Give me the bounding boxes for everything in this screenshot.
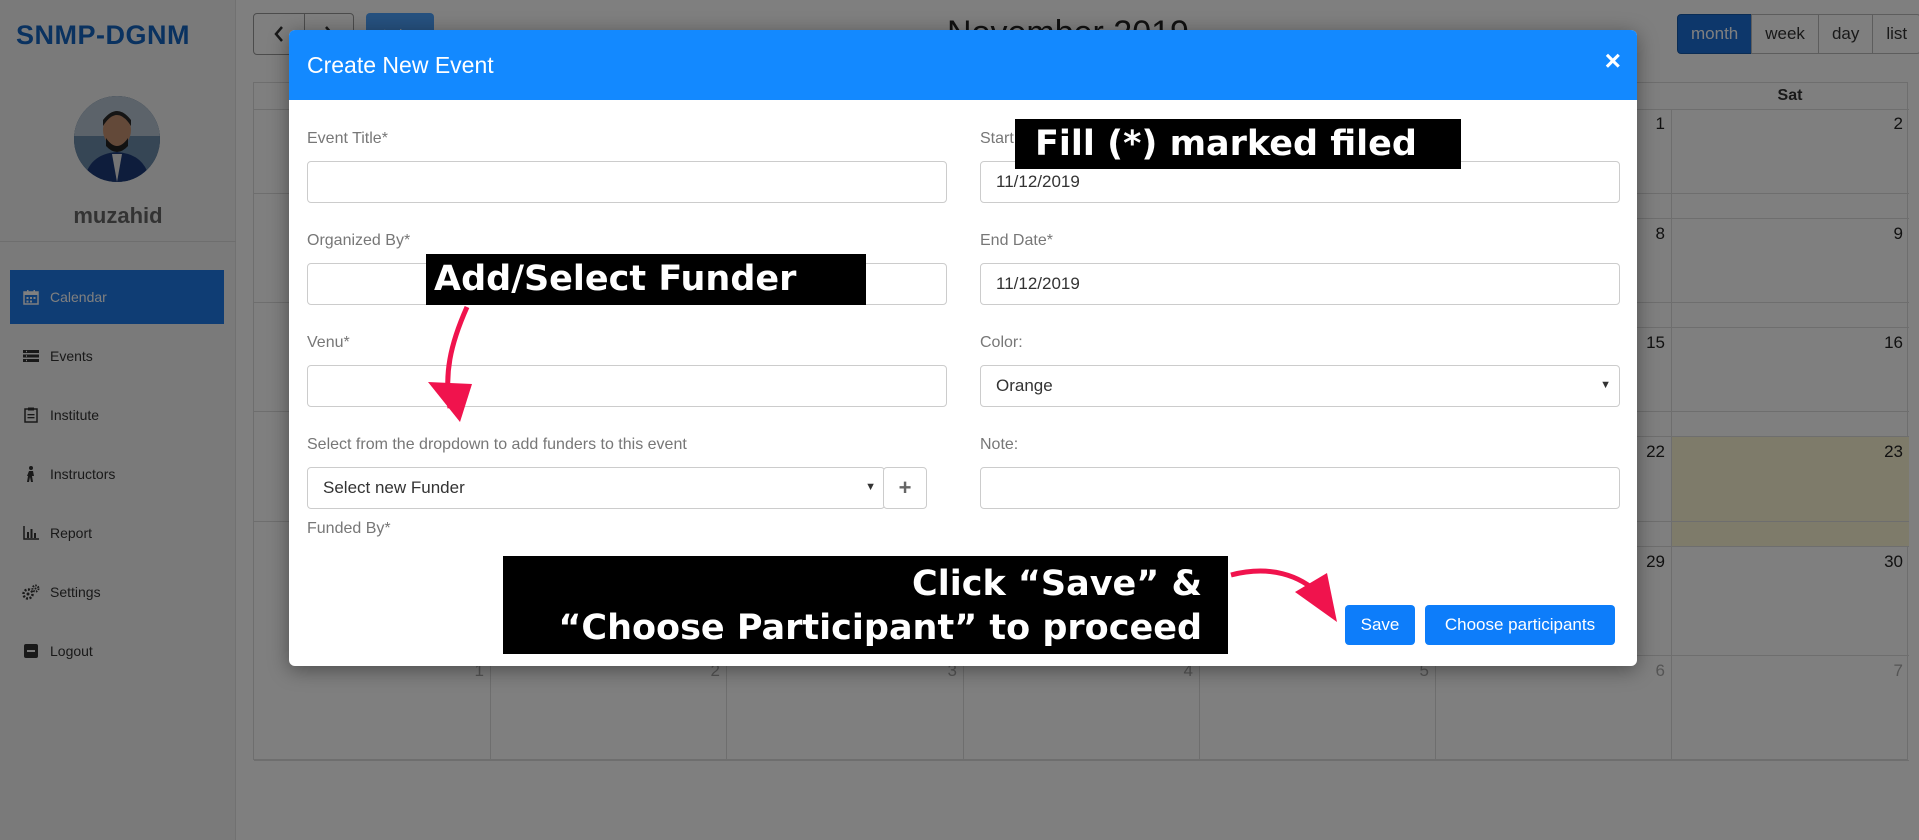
color-select-value: Orange: [996, 376, 1053, 395]
color-select[interactable]: Orange ▼: [980, 365, 1620, 407]
callout-add-funder: Add/Select Funder: [426, 254, 866, 305]
event-title-label: Event Title*: [307, 130, 388, 147]
funder-select[interactable]: Select new Funder ▼: [307, 467, 885, 509]
add-funder-button[interactable]: +: [883, 467, 927, 509]
event-title-input[interactable]: [307, 161, 947, 203]
funder-hint-label: Select from the dropdown to add funders …: [307, 436, 687, 453]
start-date-value: 11/12/2019: [996, 172, 1080, 191]
venu-input[interactable]: [307, 365, 947, 407]
chevron-down-icon: ▼: [1600, 379, 1611, 391]
funded-by-label: Funded By*: [307, 520, 391, 537]
organized-by-label: Organized By*: [307, 232, 411, 249]
color-label: Color:: [980, 334, 1023, 351]
callout-fill-required: Fill (*) marked filed: [1015, 119, 1461, 169]
end-date-input[interactable]: 11/12/2019: [980, 263, 1620, 305]
chevron-down-icon: ▼: [865, 481, 876, 493]
note-input[interactable]: [980, 467, 1620, 509]
modal-title: Create New Event: [307, 52, 494, 78]
note-label: Note:: [980, 436, 1019, 453]
callout-click-save: Click “Save” & “Choose Participant” to p…: [503, 556, 1228, 654]
save-button[interactable]: Save: [1345, 605, 1415, 645]
venu-label: Venu*: [307, 334, 350, 351]
modal-header: Create New Event ×: [289, 30, 1637, 100]
end-date-label: End Date*: [980, 232, 1053, 249]
choose-participants-button[interactable]: Choose participants: [1425, 605, 1615, 645]
funder-select-value: Select new Funder: [323, 478, 465, 497]
end-date-value: 11/12/2019: [996, 274, 1080, 293]
close-button[interactable]: ×: [1605, 47, 1621, 75]
